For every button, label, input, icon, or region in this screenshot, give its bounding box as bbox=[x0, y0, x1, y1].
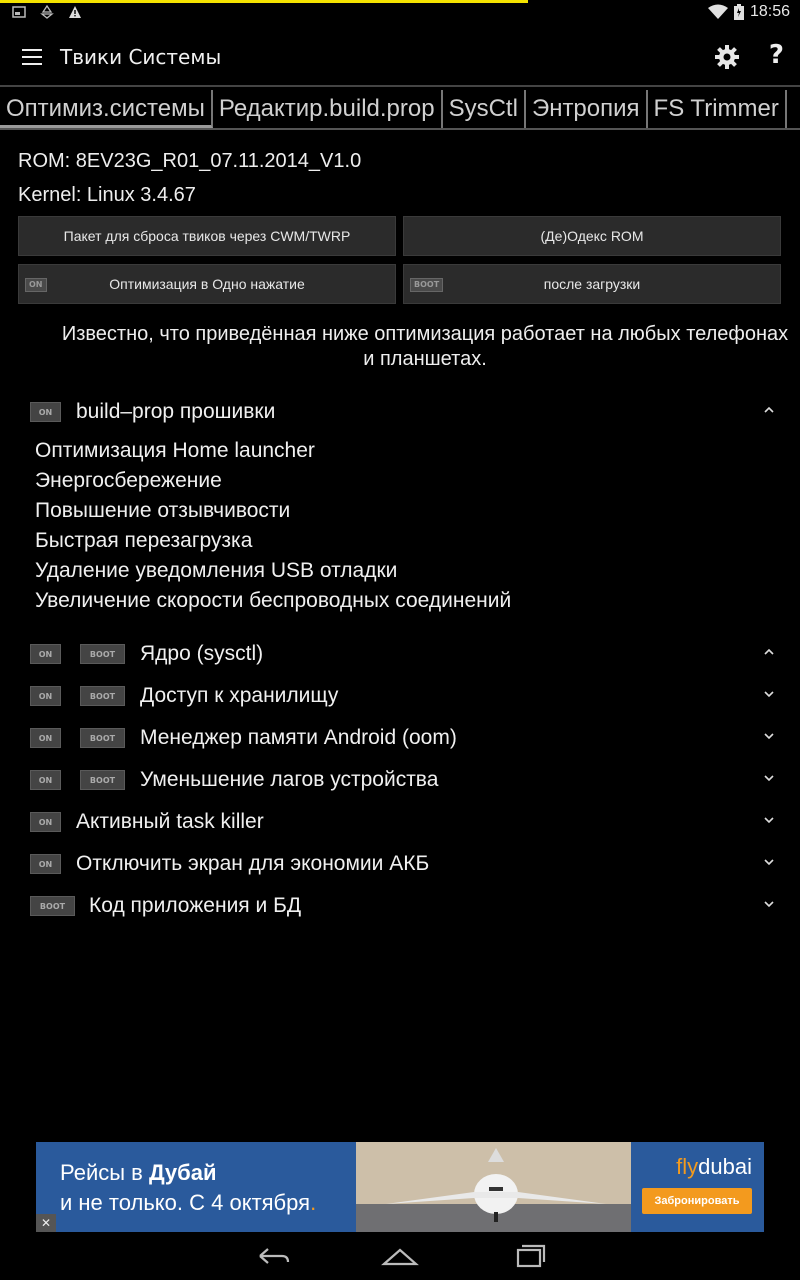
warning-icon bbox=[69, 6, 81, 18]
action-bar: Твики Системы ? bbox=[0, 26, 800, 88]
section-label: build–prop прошивки bbox=[76, 400, 276, 423]
chevron-down-icon[interactable] bbox=[761, 854, 777, 870]
chevron-down-icon[interactable] bbox=[761, 812, 777, 828]
reset-pack-button[interactable]: Пакет для сброса твиков через CWM/TWRP bbox=[18, 216, 396, 256]
on-toggle[interactable]: ON bbox=[30, 728, 61, 748]
one-click-optimize-button[interactable]: ON Оптимизация в Одно нажатие bbox=[18, 264, 396, 304]
on-toggle[interactable]: ON bbox=[30, 770, 61, 790]
tab-strip: Оптимиз.системы Редактир.build.prop SysC… bbox=[0, 90, 800, 130]
notification-icons bbox=[12, 5, 82, 19]
chevron-down-icon[interactable] bbox=[761, 686, 777, 702]
one-click-label: Оптимизация в Одно нажатие bbox=[109, 276, 305, 292]
section-oom-manager[interactable]: ON BOOT Менеджер памяти Android (oom) bbox=[30, 722, 785, 758]
battery-icon bbox=[733, 4, 744, 20]
deodex-label: (Де)Одекс ROM bbox=[540, 228, 644, 244]
list-item: Повышение отзывчивости bbox=[35, 499, 291, 522]
status-right: 18:56 bbox=[707, 3, 790, 21]
section-label: Отключить экран для экономии АКБ bbox=[76, 852, 430, 875]
section-build-prop[interactable]: ON build–prop прошивки bbox=[30, 396, 785, 432]
compatibility-notice: Известно, что приведённая ниже оптимизац… bbox=[61, 323, 789, 370]
list-item: Быстрая перезагрузка bbox=[35, 529, 253, 552]
after-boot-label: после загрузки bbox=[543, 276, 641, 292]
book-button[interactable]: Забронировать bbox=[642, 1188, 752, 1214]
section-task-killer[interactable]: ON Активный task killer bbox=[30, 806, 785, 842]
section-label: Ядро (sysctl) bbox=[140, 642, 264, 665]
ad-line2-dot: . bbox=[310, 1190, 317, 1215]
ad-line1: Рейсы в bbox=[60, 1160, 149, 1185]
recycle-notification-icon bbox=[40, 5, 54, 19]
settings-gear-icon[interactable] bbox=[714, 44, 740, 70]
section-storage-access[interactable]: ON BOOT Доступ к хранилищу bbox=[30, 680, 785, 716]
action-bar-divider bbox=[0, 85, 800, 87]
after-boot-button[interactable]: BOOT после загрузки bbox=[403, 264, 781, 304]
tab-build-prop-editor[interactable]: Редактир.build.prop bbox=[213, 90, 443, 128]
recents-icon[interactable] bbox=[508, 1244, 548, 1268]
section-reduce-lags[interactable]: ON BOOT Уменьшение лагов устройства bbox=[30, 764, 785, 800]
section-label: Код приложения и БД bbox=[89, 894, 302, 917]
on-toggle[interactable]: ON bbox=[30, 854, 61, 874]
ad-text: Рейсы в Дубай и не только. С 4 октября. bbox=[60, 1158, 316, 1218]
list-item: Энергосбережение bbox=[35, 469, 222, 492]
ad-close-icon[interactable]: ✕ bbox=[36, 1214, 56, 1232]
rom-info: ROM: 8EV23G_R01_07.11.2014_V1.0 bbox=[18, 150, 362, 172]
section-label: Доступ к хранилищу bbox=[140, 684, 339, 707]
on-toggle[interactable]: ON bbox=[30, 402, 61, 422]
deodex-button[interactable]: (Де)Одекс ROM bbox=[403, 216, 781, 256]
app-title: Твики Системы bbox=[60, 45, 222, 69]
download-progress-bar bbox=[0, 0, 528, 3]
section-label: Менеджер памяти Android (oom) bbox=[140, 726, 457, 749]
tab-entropy[interactable]: Энтропия bbox=[526, 90, 648, 128]
on-tag: ON bbox=[25, 278, 47, 292]
boot-tag: BOOT bbox=[410, 278, 444, 292]
section-label: Уменьшение лагов устройства bbox=[140, 768, 439, 791]
chevron-down-icon[interactable] bbox=[761, 728, 777, 744]
status-bar: 18:56 bbox=[0, 0, 800, 26]
boot-toggle[interactable]: BOOT bbox=[80, 644, 125, 664]
section-app-code-db[interactable]: BOOT Код приложения и БД bbox=[30, 890, 785, 926]
on-toggle[interactable]: ON bbox=[30, 812, 61, 832]
kernel-info: Kernel: Linux 3.4.67 bbox=[18, 184, 196, 206]
tab-sysctl[interactable]: SysCtl bbox=[443, 90, 526, 128]
tab-fs-trimmer[interactable]: FS Trimmer bbox=[648, 90, 787, 128]
chevron-up-icon[interactable] bbox=[761, 402, 777, 418]
section-kernel-sysctl[interactable]: ON BOOT Ядро (sysctl) bbox=[30, 638, 785, 674]
flydubai-logo: flydubai bbox=[676, 1154, 752, 1179]
clock: 18:56 bbox=[749, 3, 790, 20]
image-notification-icon bbox=[12, 6, 26, 18]
chevron-down-icon[interactable] bbox=[761, 770, 777, 786]
chevron-up-icon[interactable] bbox=[761, 644, 777, 660]
home-icon[interactable] bbox=[380, 1244, 420, 1268]
list-item: Увеличение скорости беспроводных соедине… bbox=[35, 589, 512, 612]
section-label: Активный task killer bbox=[76, 810, 264, 833]
on-toggle[interactable]: ON bbox=[30, 686, 61, 706]
section-screen-off[interactable]: ON Отключить экран для экономии АКБ bbox=[30, 848, 785, 884]
boot-toggle[interactable]: BOOT bbox=[80, 686, 125, 706]
menu-icon[interactable] bbox=[22, 49, 42, 65]
ad-line2: и не только. С 4 октября bbox=[60, 1190, 311, 1215]
list-item: Оптимизация Home launcher bbox=[35, 439, 315, 462]
reset-pack-label: Пакет для сброса твиков через CWM/TWRP bbox=[63, 228, 351, 244]
boot-toggle[interactable]: BOOT bbox=[80, 728, 125, 748]
tabs-divider bbox=[0, 128, 800, 130]
ad-line1-bold: Дубай bbox=[148, 1160, 217, 1185]
boot-toggle[interactable]: BOOT bbox=[80, 770, 125, 790]
boot-toggle[interactable]: BOOT bbox=[30, 896, 75, 916]
list-item: Удаление уведомления USB отладки bbox=[35, 559, 398, 582]
navigation-bar bbox=[0, 1232, 800, 1280]
ad-banner[interactable]: Рейсы в Дубай и не только. С 4 октября. … bbox=[36, 1142, 764, 1232]
tab-optimize-system[interactable]: Оптимиз.системы bbox=[0, 90, 213, 128]
on-toggle[interactable]: ON bbox=[30, 644, 61, 664]
wifi-icon bbox=[707, 4, 728, 19]
back-icon[interactable] bbox=[252, 1244, 292, 1268]
airplane-image bbox=[356, 1142, 631, 1232]
chevron-down-icon[interactable] bbox=[761, 896, 777, 912]
help-button[interactable]: ? bbox=[769, 40, 784, 70]
